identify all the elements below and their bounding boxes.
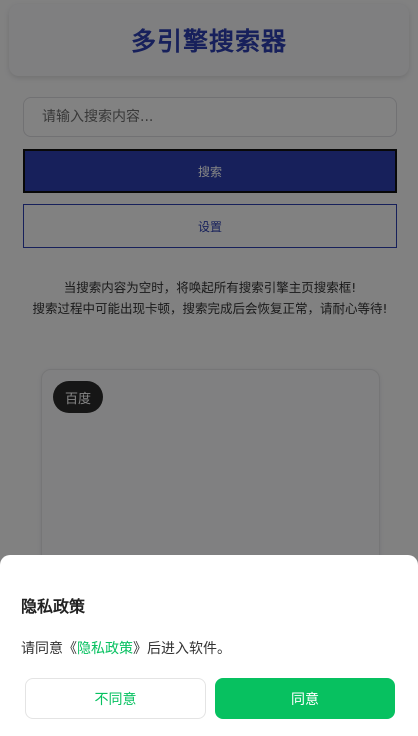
disagree-button[interactable]: 不同意 <box>25 678 206 719</box>
privacy-policy-sheet: 隐私政策 请同意《隐私政策》后进入软件。 不同意 同意 <box>0 555 418 736</box>
message-suffix: 》后进入软件。 <box>133 641 231 657</box>
sheet-title: 隐私政策 <box>21 597 86 616</box>
message-prefix: 请同意《 <box>21 641 77 657</box>
agree-button[interactable]: 同意 <box>215 678 395 719</box>
sheet-message: 请同意《隐私政策》后进入软件。 <box>21 638 231 658</box>
privacy-policy-link[interactable]: 隐私政策 <box>77 641 133 657</box>
